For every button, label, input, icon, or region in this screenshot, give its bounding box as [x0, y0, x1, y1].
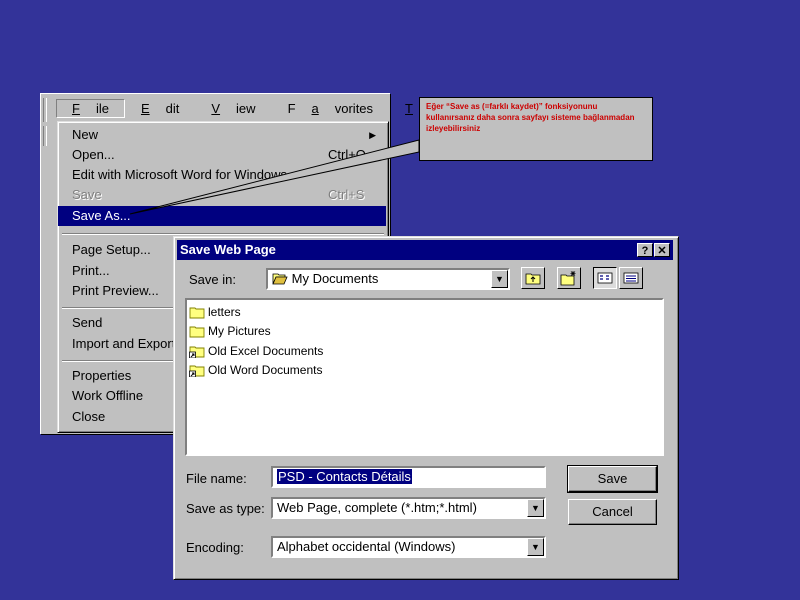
dialog-titlebar[interactable]: Save Web Page ? ✕: [177, 240, 673, 260]
list-item[interactable]: Old Excel Documents: [189, 342, 323, 360]
encoding-label: Encoding:: [186, 540, 244, 555]
up-one-level-button[interactable]: [521, 267, 545, 289]
menu-separator: [62, 233, 384, 235]
list-view-icon: [597, 272, 613, 284]
menu-item-save-as[interactable]: Save As...: [58, 206, 386, 226]
callout-text: Eğer “Save as (=farklı kaydet)” fonksiyo…: [426, 102, 635, 133]
encoding-value: Alphabet occidental (Windows): [277, 539, 456, 554]
menu-favorites[interactable]: Fa vorites: [272, 99, 389, 118]
folder-shortcut-icon: [189, 346, 205, 358]
file-name-input[interactable]: PSD - Contacts Détails: [271, 466, 546, 488]
dialog-title: Save Web Page: [180, 242, 276, 257]
folder-shortcut-icon: [189, 365, 205, 377]
save-as-type-value: Web Page, complete (*.htm;*.html): [277, 500, 477, 515]
chevron-down-icon[interactable]: ▼: [491, 270, 508, 288]
toolbar-grip: [43, 98, 47, 122]
callout-note: Eğer “Save as (=farklı kaydet)” fonksiyo…: [419, 97, 653, 161]
list-item[interactable]: letters: [189, 303, 241, 321]
help-button[interactable]: ?: [637, 243, 653, 257]
file-name-value: PSD - Contacts Détails: [277, 469, 412, 484]
submenu-arrow-icon: ▶: [369, 130, 376, 140]
save-button[interactable]: Save: [567, 465, 658, 493]
save-in-label: Save in:: [189, 272, 236, 287]
new-folder-icon: [560, 271, 576, 286]
up-folder-icon: [525, 273, 541, 285]
encoding-select[interactable]: Alphabet occidental (Windows) ▼: [271, 536, 546, 558]
create-new-folder-button[interactable]: [557, 267, 581, 289]
chevron-down-icon[interactable]: ▼: [527, 499, 544, 517]
menu-item-save: Save Ctrl+S: [72, 187, 365, 202]
file-list[interactable]: letters My Pictures Old Excel Documents …: [185, 298, 664, 456]
menu-view[interactable]: View: [195, 99, 271, 118]
details-view-icon: [623, 272, 639, 284]
menu-item-open[interactable]: Open... Ctrl+O: [58, 145, 386, 165]
close-button[interactable]: ✕: [654, 243, 670, 257]
details-view-button[interactable]: [619, 267, 643, 289]
toolbar-grip-2: [43, 126, 47, 146]
list-item[interactable]: My Pictures: [189, 322, 271, 340]
save-as-type-label: Save as type:: [186, 501, 265, 516]
folder-icon: [189, 307, 205, 318]
folder-icon: [189, 326, 205, 337]
folder-open-icon: [272, 271, 292, 286]
menu-edit[interactable]: Edit: [125, 99, 195, 118]
cancel-button[interactable]: Cancel: [568, 499, 657, 525]
chevron-down-icon[interactable]: ▼: [527, 538, 544, 556]
file-name-label: File name:: [186, 471, 247, 486]
menu-item-edit-with-word[interactable]: Edit with Microsoft Word for Windows: [58, 165, 386, 185]
save-in-value: My Documents: [291, 271, 379, 286]
list-item[interactable]: Old Word Documents: [189, 361, 323, 379]
save-in-combo[interactable]: My Documents ▼: [266, 268, 510, 290]
menu-item-new[interactable]: New ▶: [58, 125, 386, 145]
save-as-type-select[interactable]: Web Page, complete (*.htm;*.html) ▼: [271, 497, 546, 519]
menu-file[interactable]: File: [56, 98, 125, 118]
list-view-button[interactable]: [593, 267, 617, 289]
